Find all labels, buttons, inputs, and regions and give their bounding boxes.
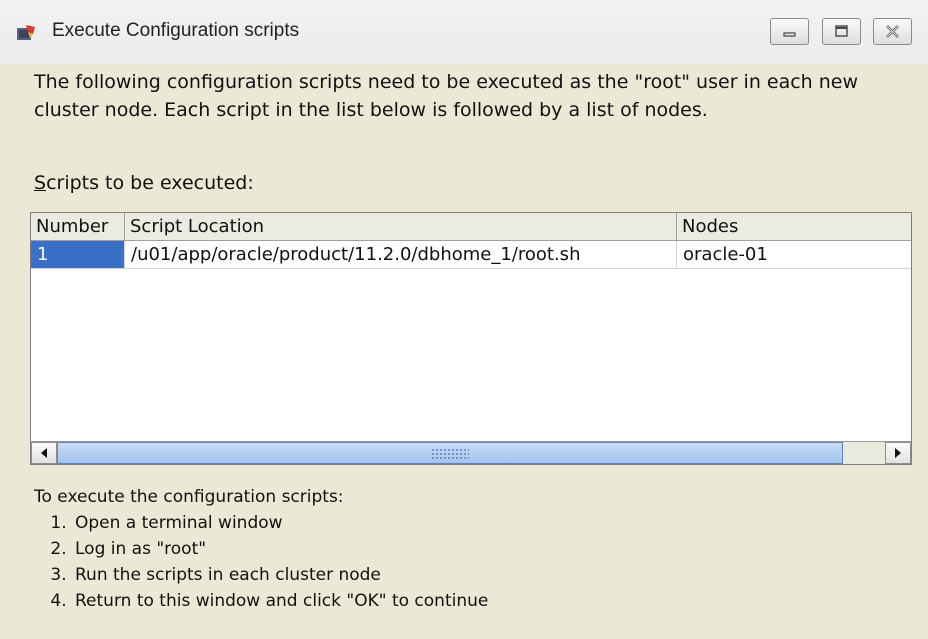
scroll-left-button[interactable]: [31, 442, 57, 464]
window-title: Execute Configuration scripts: [52, 20, 300, 41]
scroll-right-button[interactable]: [885, 442, 911, 464]
scripts-label: Scripts to be executed:: [34, 172, 254, 194]
cell-number[interactable]: 1: [31, 241, 125, 269]
horizontal-scrollbar[interactable]: [31, 441, 911, 464]
instruction-step: Return to this window and click "OK" to …: [72, 588, 488, 614]
scripts-label-text: cripts to be executed:: [46, 172, 254, 194]
intro-text: The following configuration scripts need…: [34, 71, 859, 121]
scripts-table[interactable]: Number Script Location Nodes 1 /u01/app/…: [30, 212, 912, 465]
instructions-list: Open a terminal window Log in as "root" …: [34, 510, 488, 614]
cell-nodes[interactable]: oracle-01: [677, 241, 911, 269]
table-header: Number Script Location Nodes: [31, 213, 911, 241]
scripts-label-mnemonic: S: [34, 172, 47, 194]
maximize-button[interactable]: [822, 18, 861, 45]
cell-script-location[interactable]: /u01/app/oracle/product/11.2.0/dbhome_1/…: [125, 241, 677, 269]
close-button[interactable]: [873, 18, 912, 45]
minimize-button[interactable]: [770, 18, 809, 45]
title-bar[interactable]: Execute Configuration scripts: [0, 0, 928, 64]
instruction-step: Run the scripts in each cluster node: [72, 562, 488, 588]
instruction-step: Open a terminal window: [72, 510, 488, 536]
column-header-number[interactable]: Number: [31, 213, 125, 240]
column-header-script-location[interactable]: Script Location: [125, 213, 677, 240]
instructions: To execute the configuration scripts: Op…: [34, 484, 488, 614]
scroll-thumb[interactable]: [57, 442, 843, 464]
oracle-installer-icon: [16, 24, 36, 42]
instructions-heading: To execute the configuration scripts:: [34, 487, 344, 507]
column-header-nodes[interactable]: Nodes: [677, 213, 911, 240]
dialog-content: The following configuration scripts need…: [0, 64, 928, 639]
grip-icon: [431, 448, 469, 460]
dialog-window: Execute Configuration scripts The follow…: [0, 0, 928, 639]
table-row[interactable]: 1 /u01/app/oracle/product/11.2.0/dbhome_…: [31, 241, 911, 269]
instruction-step: Log in as "root": [72, 536, 488, 562]
